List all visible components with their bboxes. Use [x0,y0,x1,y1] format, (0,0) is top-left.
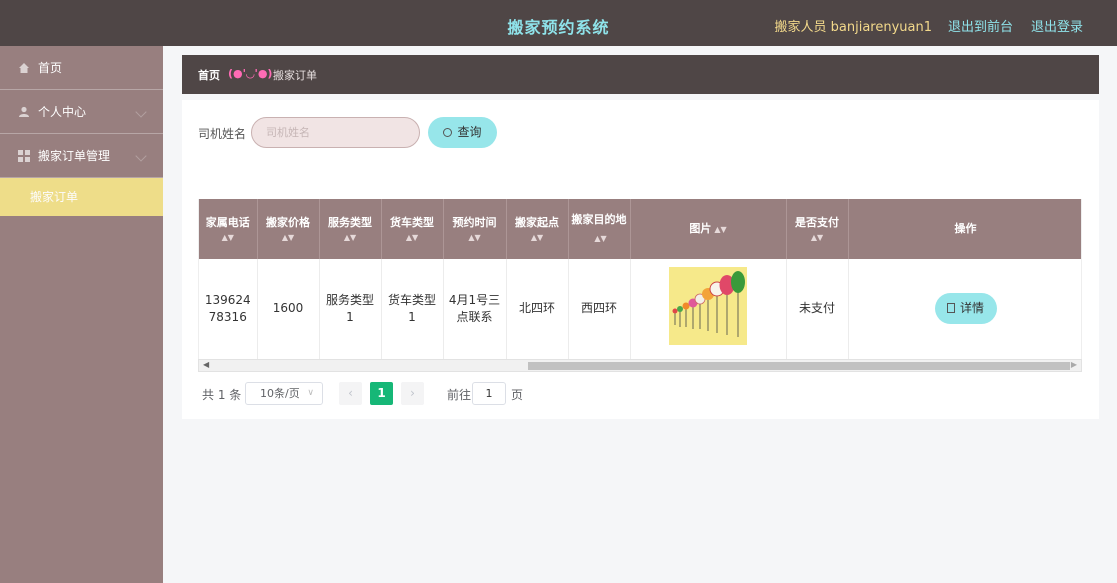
goto-label: 前往 [447,388,472,402]
horizontal-scrollbar[interactable]: ◀ ▶ [198,359,1082,372]
table-header-row: 家属电话 ▲▼ 搬家价格 ▲▼ 服务类型 ▲▼ 货车类型 ▲▼ 预约时间 ▲▼ 搬家起点 ▲… [199,199,1081,259]
top-bar: 搬家预约系统 搬家人员 banjiarenyuan1 退出到前台 退出登录 [0,0,1117,46]
search-label: 司机姓名 [198,127,247,141]
page-size-value: 10条/页 [260,387,300,400]
cell-time: 4月1号三点联系 [443,259,507,359]
page-suffix: 页 [511,388,524,402]
grid-icon [18,150,30,162]
sidebar-subitem-orders[interactable]: 搬家订单 [0,178,163,216]
sidebar: 首页 个人中心 搬家订单管理 搬家订单 [0,46,163,583]
sidebar-item-label: 个人中心 [38,105,87,119]
search-icon [443,128,453,137]
sidebar-item-label: 首页 [38,61,63,75]
detail-button[interactable]: 详情 [934,293,997,325]
sort-icon[interactable]: ▲▼ [202,232,254,244]
cell-action: 详情 [848,259,1081,359]
column-header-truck-type[interactable]: 货车类型 ▲▼ [381,199,444,259]
cell-price: 1600 [257,259,320,359]
sort-icon[interactable]: ▲▼ [385,232,440,244]
sidebar-item-profile[interactable]: 个人中心 [0,90,163,134]
column-header-phone[interactable]: 家属电话 ▲▼ [199,199,258,259]
sort-icon[interactable]: ▲▼ [261,232,316,244]
cell-phone: 13962478316 [199,259,258,359]
cell-image [630,259,787,359]
column-header-image[interactable]: 图片 ▲▼ [630,199,787,259]
scroll-right-arrow-icon[interactable]: ▶ [1071,360,1077,369]
lanterns-image [669,267,747,346]
user-icon [19,106,29,117]
chevron-down-icon [135,106,147,118]
column-header-service-type[interactable]: 服务类型 ▲▼ [319,199,382,259]
table-row: 13962478316 1600 服务类型1 货车类型1 4月1号三点联系 北四… [199,259,1081,359]
cell-paid: 未支付 [786,259,849,359]
home-icon [19,63,29,73]
chevron-down-icon: ∨ [307,388,314,398]
search-button-label: 查询 [457,125,482,139]
sort-icon[interactable]: ▲▼ [323,232,378,244]
sort-icon[interactable]: ▲▼ [594,234,606,243]
column-header-action: 操作 [848,199,1081,259]
cell-service-type: 服务类型1 [319,259,382,359]
order-image[interactable] [669,267,747,346]
scroll-left-arrow-icon[interactable]: ◀ [203,360,209,369]
page-number-current[interactable]: 1 [370,382,393,405]
cell-start: 北四环 [506,259,569,359]
sidebar-item-orders[interactable]: 搬家订单管理 [0,134,163,178]
user-label: 搬家人员 banjiarenyuan1 [774,20,933,35]
column-header-price[interactable]: 搬家价格 ▲▼ [257,199,320,259]
column-header-paid[interactable]: 是否支付 ▲▼ [786,199,849,259]
goto-page-input[interactable]: 1 [472,382,506,405]
breadcrumb: 首页 (●'◡'●) 搬家订单 [182,55,1099,94]
cell-truck-type: 货车类型1 [381,259,444,359]
column-header-start[interactable]: 搬家起点 ▲▼ [506,199,569,259]
sort-icon[interactable]: ▲▼ [790,232,845,244]
column-header-time[interactable]: 预约时间 ▲▼ [443,199,507,259]
document-icon [946,303,955,314]
driver-name-input[interactable] [251,117,420,148]
total-count: 共 1 条 [202,388,242,402]
sidebar-item-label: 搬家订单管理 [38,149,111,163]
scrollbar-thumb[interactable] [528,362,1070,370]
logout-link[interactable]: 退出登录 [1031,16,1083,35]
orders-table: 家属电话 ▲▼ 搬家价格 ▲▼ 服务类型 ▲▼ 货车类型 ▲▼ 预约时间 ▲▼ 搬家起点 ▲… [198,199,1082,359]
chevron-down-icon [135,150,147,162]
cell-destination: 西四环 [568,259,631,359]
main-panel: 司机姓名 查询 家属电话▲▼ 搬家价格▲▼ 服务类型▲▼ 货车类型▲▼ 预约时间… [182,100,1099,419]
front-link[interactable]: 退出到前台 [948,16,1013,35]
sort-icon[interactable]: ▲▼ [714,225,726,234]
breadcrumb-home[interactable]: 首页 [198,67,220,83]
detail-button-label: 详情 [959,301,984,316]
page-size-select[interactable]: 10条/页 ∨ [245,382,323,405]
sidebar-item-home[interactable]: 首页 [0,46,163,90]
prev-page-button[interactable]: ‹ [339,382,362,405]
breadcrumb-current: 搬家订单 [273,69,317,82]
sort-icon[interactable]: ▲▼ [510,232,565,244]
sort-icon[interactable]: ▲▼ [447,232,503,244]
breadcrumb-emoticon: (●'◡'●) [228,67,273,80]
search-button[interactable]: 查询 [428,117,497,148]
column-header-destination[interactable]: 搬家目的地▲▼ [568,199,631,259]
next-page-button[interactable]: › [401,382,424,405]
